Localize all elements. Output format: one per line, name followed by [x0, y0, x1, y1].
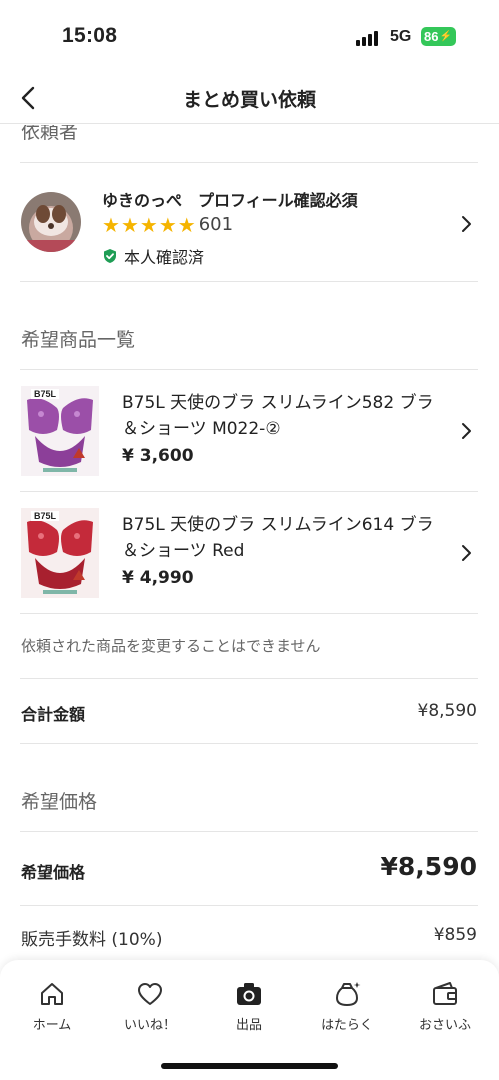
divider	[20, 678, 478, 679]
item-title: B75L 天使のブラ スリムライン582 ブラ＆ショーツ M022-②	[122, 393, 434, 439]
network-label: 5G	[390, 28, 412, 45]
star-icon: ★	[177, 212, 196, 237]
tab-sell[interactable]: 出品	[209, 980, 289, 1036]
nav-bar: まとめ買い依頼	[0, 76, 499, 124]
tab-label: おさいふ	[418, 1018, 471, 1033]
verified-label: 本人確認済	[124, 248, 205, 267]
shield-check-icon	[104, 249, 116, 263]
seller-name: ゆきのっぺ プロフィール確認必須	[102, 191, 358, 210]
status-bar: 15:08 5G 86 ⚡	[0, 0, 499, 76]
star-icon: ★	[158, 212, 177, 237]
bag-sparkle-icon	[336, 982, 361, 1006]
home-indicator	[161, 1063, 338, 1069]
star-icon: ★	[120, 212, 139, 237]
tab-label: いいね！	[123, 1018, 176, 1033]
signal-icon	[356, 30, 382, 46]
item-price: ¥ 4,990	[122, 568, 194, 588]
home-icon	[41, 983, 63, 1005]
battery-icon: 86 ⚡	[421, 27, 456, 46]
list-item[interactable]: B75L B75L 天使のブラ スリムライン614 ブラ＆ショーツ Red ¥ …	[0, 492, 499, 614]
main-content[interactable]: 依頼者 ゆきのっぺ プロフィール確認必須 ★ ★ ★ ★ ★ 601 本人確認済…	[0, 125, 499, 960]
divider	[20, 613, 478, 614]
camera-icon	[237, 983, 261, 1005]
chevron-right-icon	[462, 216, 471, 232]
divider	[20, 281, 478, 282]
desired-price-label: 希望価格	[21, 863, 86, 882]
item-title: B75L 天使のブラ スリムライン614 ブラ＆ショーツ Red	[122, 515, 434, 561]
rating: ★ ★ ★ ★ ★ 601	[102, 214, 233, 235]
product-thumbnail: B75L	[21, 386, 99, 476]
tab-home[interactable]: ホーム	[12, 980, 92, 1036]
divider	[20, 162, 478, 163]
verified-badge: 本人確認済	[102, 244, 204, 268]
divider	[20, 905, 478, 906]
fee-value: ¥859	[433, 925, 477, 945]
thumbnail-label: B75L	[31, 389, 60, 399]
page-title: まとめ買い依頼	[182, 89, 316, 111]
divider	[20, 743, 478, 744]
wallet-icon	[433, 982, 457, 1005]
section-desired-price: 希望価格	[21, 791, 98, 813]
desired-price-value: ¥8,590	[380, 852, 477, 881]
section-items: 希望商品一覧	[21, 329, 136, 351]
chevron-right-icon	[462, 545, 471, 561]
list-item[interactable]: B75L B75L 天使のブラ スリムライン582 ブラ＆ショーツ M022-②…	[0, 370, 499, 492]
fee-label: 販売手数料 (10%)	[21, 930, 163, 950]
chevron-right-icon	[462, 423, 471, 439]
tab-wallet[interactable]: おさいふ	[405, 980, 485, 1036]
heart-icon	[138, 983, 162, 1005]
tab-work[interactable]: はたらく	[307, 980, 387, 1036]
tab-likes[interactable]: いいね！	[110, 980, 190, 1036]
star-icon: ★	[102, 212, 120, 237]
total-value: ¥8,590	[417, 701, 477, 721]
product-thumbnail: B75L	[21, 508, 99, 598]
tab-label: はたらく	[321, 1018, 373, 1033]
avatar	[21, 192, 81, 252]
divider	[20, 831, 478, 832]
star-icon: ★	[139, 212, 158, 237]
total-label: 合計金額	[21, 705, 86, 724]
thumbnail-label: B75L	[31, 511, 60, 521]
item-price: ¥ 3,600	[122, 446, 194, 466]
tab-bar: ホーム いいね！ 出品 はたらく おさいふ	[0, 960, 499, 1080]
section-requester: 依頼者	[21, 125, 79, 143]
review-count: 601	[198, 214, 234, 235]
tab-label: 出品	[235, 1018, 262, 1033]
battery-level: 86	[424, 29, 439, 44]
seller-row[interactable]: ゆきのっぺ プロフィール確認必須 ★ ★ ★ ★ ★ 601 本人確認済	[0, 165, 499, 283]
notice-text: 依頼された商品を変更することはできません	[21, 637, 321, 655]
status-time: 15:08	[62, 24, 118, 47]
tab-label: ホーム	[32, 1018, 72, 1033]
